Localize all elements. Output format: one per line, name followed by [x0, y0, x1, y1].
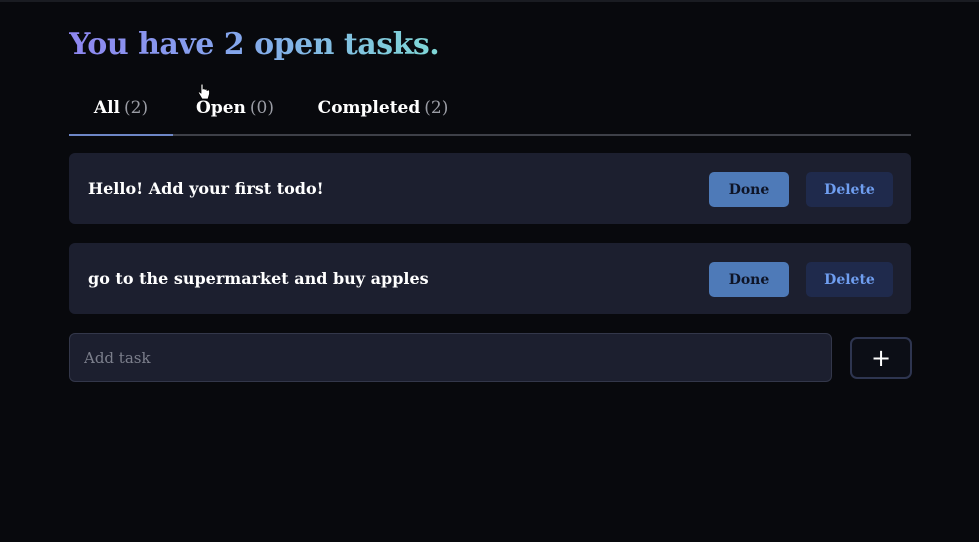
plus-icon: + [870, 344, 892, 372]
task-text: Hello! Add your first todo! [88, 179, 324, 198]
done-button[interactable]: Done [709, 262, 789, 297]
page-title: You have 2 open tasks. [69, 27, 440, 62]
tab-completed-count: (2) [424, 98, 449, 118]
task-item: Hello! Add your first todo! Done Delete [69, 153, 911, 224]
tab-open-count: (0) [249, 98, 274, 118]
hand-cursor-icon [197, 84, 210, 100]
add-task-button[interactable]: + [850, 337, 912, 379]
tab-all-count: (2) [124, 98, 149, 118]
task-text: go to the supermarket and buy apples [88, 269, 429, 288]
tab-completed-label: Completed [317, 98, 421, 118]
tab-all-label: All [93, 98, 120, 118]
delete-button[interactable]: Delete [806, 262, 893, 297]
filter-tabs: All (2) Open (0) Completed (2) [69, 82, 911, 136]
add-task-input[interactable] [69, 333, 832, 382]
tab-all[interactable]: All (2) [69, 82, 173, 136]
todo-app: You have 2 open tasks. All (2) Open (0) … [0, 0, 979, 542]
task-item: go to the supermarket and buy apples Don… [69, 243, 911, 314]
done-button[interactable]: Done [709, 172, 789, 207]
tab-completed[interactable]: Completed (2) [317, 82, 449, 134]
delete-button[interactable]: Delete [806, 172, 893, 207]
